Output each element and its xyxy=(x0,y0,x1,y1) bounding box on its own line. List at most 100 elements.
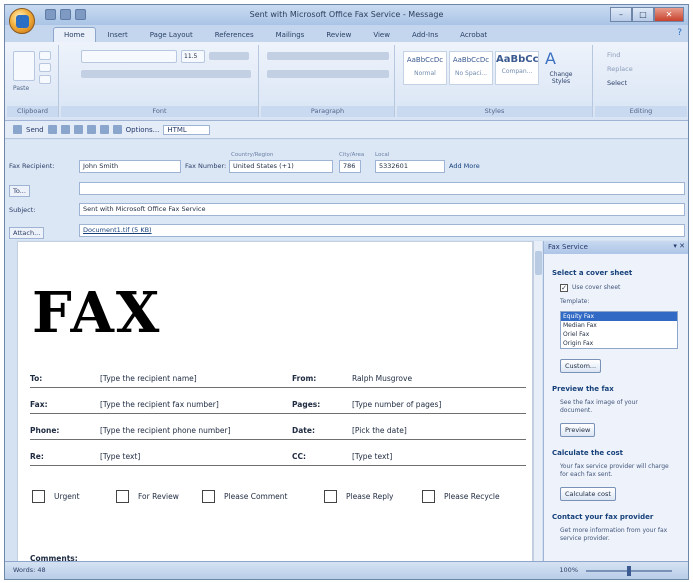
zoom-slider-knob[interactable] xyxy=(627,566,631,576)
cut-icon[interactable] xyxy=(39,51,51,60)
style-no-spacing[interactable]: AaBbCcDc No Spaci... xyxy=(449,51,493,85)
template-option[interactable]: Median Fax xyxy=(561,321,677,330)
use-cover-checkbox[interactable]: ✓ xyxy=(560,284,568,292)
custom-button[interactable]: Custom... xyxy=(560,359,602,373)
fax-service-pane: Fax Service ▾ ✕ Select a cover sheet ✓ Us… xyxy=(543,241,688,563)
recipient-name-field[interactable]: [Type the recipient name] xyxy=(100,374,197,383)
format-dropdown[interactable]: HTML xyxy=(163,124,210,135)
recipient-phone-field[interactable]: [Type the recipient phone number] xyxy=(100,426,231,435)
tab-home[interactable]: Home xyxy=(53,27,96,42)
fax-recipient-field[interactable]: John Smith xyxy=(79,160,181,173)
country-label: Country/Region xyxy=(231,152,274,158)
tab-acrobat[interactable]: Acrobat xyxy=(450,28,497,42)
change-styles-button[interactable]: Change Styles xyxy=(543,71,579,85)
change-styles-icon[interactable]: A xyxy=(545,49,556,68)
tab-view[interactable]: View xyxy=(363,28,400,42)
recipient-fax-field[interactable]: [Type the recipient fax number] xyxy=(100,400,219,409)
tab-review[interactable]: Review xyxy=(316,28,361,42)
find-button[interactable]: Find xyxy=(607,51,620,59)
subject-field[interactable]: Sent with Microsoft Office Fax Service xyxy=(79,203,685,216)
tab-references[interactable]: References xyxy=(205,28,264,42)
maximize-button[interactable]: □ xyxy=(632,7,654,22)
fax-field-row: To: [Type the recipient name] From: Ralp… xyxy=(30,370,526,388)
subject-label: Subject: xyxy=(9,206,36,214)
importance-icon[interactable] xyxy=(99,125,109,134)
tab-add-ins[interactable]: Add-Ins xyxy=(402,28,448,42)
send-button[interactable]: Send xyxy=(26,126,44,134)
local-number-field[interactable]: 5332601 xyxy=(375,160,445,173)
tab-mailings[interactable]: Mailings xyxy=(266,28,315,42)
format-painter-icon[interactable] xyxy=(39,75,51,84)
signature-icon[interactable] xyxy=(112,125,122,134)
minimize-button[interactable]: – xyxy=(610,7,632,22)
list-indent-buttons[interactable] xyxy=(267,52,389,60)
undo-icon[interactable] xyxy=(60,9,71,20)
close-icon[interactable]: ▾ ✕ xyxy=(673,242,685,250)
country-dropdown[interactable]: United States (+1) xyxy=(229,160,333,173)
pages-field[interactable]: [Type number of pages] xyxy=(352,400,441,409)
preview-text: See the fax image of your document. xyxy=(560,399,638,414)
tab-insert[interactable]: Insert xyxy=(98,28,138,42)
fax-number-label: Fax Number: xyxy=(185,162,227,170)
paste-button[interactable] xyxy=(13,51,35,81)
font-group: 11.5 Font xyxy=(61,45,259,117)
address-book-icon[interactable] xyxy=(47,125,57,134)
city-label: City/Area xyxy=(339,152,365,158)
save-icon[interactable] xyxy=(45,9,56,20)
pane-title: Fax Service ▾ ✕ xyxy=(544,241,688,254)
scroll-thumb[interactable] xyxy=(535,251,542,275)
fax-field-row: Re: [Type text] CC: [Type text] xyxy=(30,448,526,466)
alignment-buttons[interactable] xyxy=(267,70,389,78)
template-option[interactable]: Equity Fax xyxy=(561,312,677,321)
date-field[interactable]: [Pick the date] xyxy=(352,426,407,435)
from-field[interactable]: Ralph Musgrove xyxy=(352,374,412,383)
style-company[interactable]: AaBbCc Compan... xyxy=(495,51,539,85)
check-names-icon[interactable] xyxy=(60,125,70,134)
template-list[interactable]: Equity Fax Median Fax Oriel Fax Origin F… xyxy=(560,311,678,349)
group-label: Paragraph xyxy=(261,106,394,117)
office-logo-icon xyxy=(16,15,29,28)
cc-field[interactable]: [Type text] xyxy=(352,452,392,461)
select-button[interactable]: Select xyxy=(607,79,627,87)
window-title: Sent with Microsoft Office Fax Service -… xyxy=(249,10,444,19)
ribbon-tab-bar: Home Insert Page Layout References Maili… xyxy=(5,25,688,42)
to-button[interactable]: To... xyxy=(9,185,30,197)
font-name-dropdown[interactable] xyxy=(81,50,177,63)
calculate-cost-button[interactable]: Calculate cost xyxy=(560,487,616,501)
add-more-link[interactable]: Add More xyxy=(449,162,480,170)
style-normal[interactable]: AaBbCcDc Normal xyxy=(403,51,447,85)
copy-icon[interactable] xyxy=(39,63,51,72)
zoom-slider[interactable] xyxy=(586,566,672,576)
template-option[interactable]: Origin Fax xyxy=(561,339,677,348)
flag-icon[interactable] xyxy=(86,125,96,134)
office-button[interactable] xyxy=(9,8,35,34)
paste-label: Paste xyxy=(13,85,30,92)
clipboard-group: Paste Clipboard xyxy=(7,45,59,117)
font-format-buttons[interactable] xyxy=(81,70,251,78)
preview-button[interactable]: Preview xyxy=(560,423,596,437)
to-field[interactable] xyxy=(79,182,685,195)
help-icon[interactable]: ? xyxy=(677,28,682,38)
outlook-message-window: Sent with Microsoft Office Fax Service -… xyxy=(4,4,689,580)
city-area-field[interactable]: 786 xyxy=(339,160,361,173)
document-scrollbar[interactable] xyxy=(533,241,542,563)
calculate-cost-text: Your fax service provider will charge fo… xyxy=(560,463,669,478)
attach-button[interactable]: Attach... xyxy=(9,227,45,239)
use-cover-label: Use cover sheet xyxy=(572,284,621,291)
tab-page-layout[interactable]: Page Layout xyxy=(140,28,203,42)
redo-icon[interactable] xyxy=(75,9,86,20)
grow-shrink-font-icons[interactable] xyxy=(209,52,249,60)
document-body[interactable]: FAX To: [Type the recipient name] From: … xyxy=(17,241,533,563)
group-label: Editing xyxy=(595,106,687,117)
zoom-level[interactable]: 100% xyxy=(559,566,578,574)
title-bar: Sent with Microsoft Office Fax Service -… xyxy=(5,5,688,25)
attach-icon[interactable] xyxy=(73,125,83,134)
font-size-dropdown[interactable]: 11.5 xyxy=(181,50,205,63)
local-label: Local xyxy=(375,152,390,158)
replace-button[interactable]: Replace xyxy=(607,65,633,73)
close-button[interactable]: ✕ xyxy=(654,7,684,22)
template-option[interactable]: Oriel Fax xyxy=(561,330,677,339)
options-button[interactable]: Options... xyxy=(126,126,160,134)
re-field[interactable]: [Type text] xyxy=(100,452,140,461)
attachment-field[interactable]: Document1.tif (5 KB) xyxy=(79,224,685,237)
